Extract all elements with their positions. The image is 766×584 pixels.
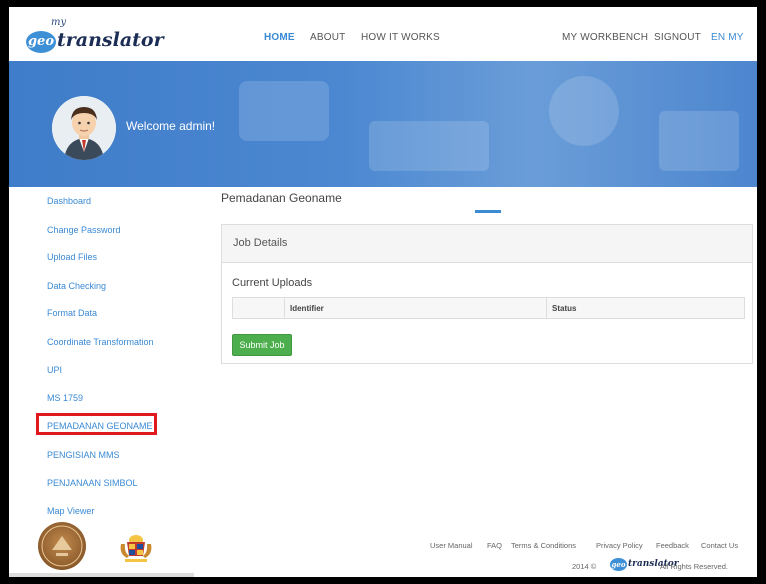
footer-logo-geo: geo [610,558,627,571]
table-header-select [233,298,285,318]
top-navbar: my geo translator HOME ABOUT HOW IT WORK… [9,7,757,61]
government-crest-icon [115,526,157,568]
welcome-banner: Welcome admin! [9,61,757,187]
panel-heading: Job Details [222,225,752,263]
table-header-status: Status [552,304,577,313]
banner-decoration [239,81,329,141]
horizontal-scrollbar[interactable] [9,573,194,577]
sidebar-item-ms-1759[interactable]: MS 1759 [47,393,83,403]
sidebar-item-dashboard[interactable]: Dashboard [47,196,91,206]
sidebar-item-upload-files[interactable]: Upload Files [47,252,97,262]
nav-about[interactable]: ABOUT [310,32,345,43]
active-tab-indicator [475,210,501,213]
person-icon [52,96,116,160]
footer-link-user-manual[interactable]: User Manual [430,541,473,550]
logo-my-text: my [51,17,67,28]
logo-geo-text: geo [26,31,56,53]
user-avatar [52,96,116,160]
nav-home[interactable]: HOME [264,32,295,43]
nav-signout[interactable]: SIGNOUT [654,32,701,43]
copyright-text: 2014 © [572,562,597,571]
crest-graphic [120,535,152,562]
highlight-box [36,413,157,435]
language-switch[interactable]: EN MY [711,32,744,43]
table-header-identifier: Identifier [285,298,547,318]
seal-graphic [41,525,83,567]
sidebar-item-format-data[interactable]: Format Data [47,308,97,318]
sidebar-item-pengisian-mms[interactable]: PENGISIAN MMS [47,450,120,460]
job-details-panel: Job Details Current Uploads Identifier S… [221,224,753,364]
footer-link-feedback[interactable]: Feedback [656,541,689,550]
uploads-table: Identifier Status [232,297,745,319]
sidebar-item-data-checking[interactable]: Data Checking [47,281,106,291]
sidebar-item-penjanaan-simbol[interactable]: PENJANAAN SIMBOL [47,478,138,488]
nav-how-it-works[interactable]: HOW IT WORKS [361,32,440,43]
footer-link-contact-us[interactable]: Contact Us [701,541,738,550]
nav-my-workbench[interactable]: MY WORKBENCH [562,32,648,43]
banner-decoration [549,76,619,146]
sidebar-item-map-viewer[interactable]: Map Viewer [47,506,94,516]
submit-job-button[interactable]: Submit Job [232,334,292,356]
footer-link-terms[interactable]: Terms & Conditions [511,541,576,550]
current-uploads-label: Current Uploads [232,277,313,289]
banner-decoration [659,111,739,171]
welcome-text: Welcome admin! [126,119,216,133]
app-window: my geo translator HOME ABOUT HOW IT WORK… [9,7,757,577]
sidebar-item-coordinate-transformation[interactable]: Coordinate Transformation [47,337,154,347]
organization-seal-icon [38,522,86,570]
rights-text: All Rights Reserved. [660,562,728,571]
page-title: Pemadanan Geoname [221,191,342,205]
footer-link-privacy-policy[interactable]: Privacy Policy [596,541,643,550]
banner-decoration [369,121,489,171]
sidebar-item-change-password[interactable]: Change Password [47,225,121,235]
footer-link-faq[interactable]: FAQ [487,541,502,550]
logo-translator-text: translator [57,29,164,51]
sidebar-item-upi[interactable]: UPI [47,365,62,375]
